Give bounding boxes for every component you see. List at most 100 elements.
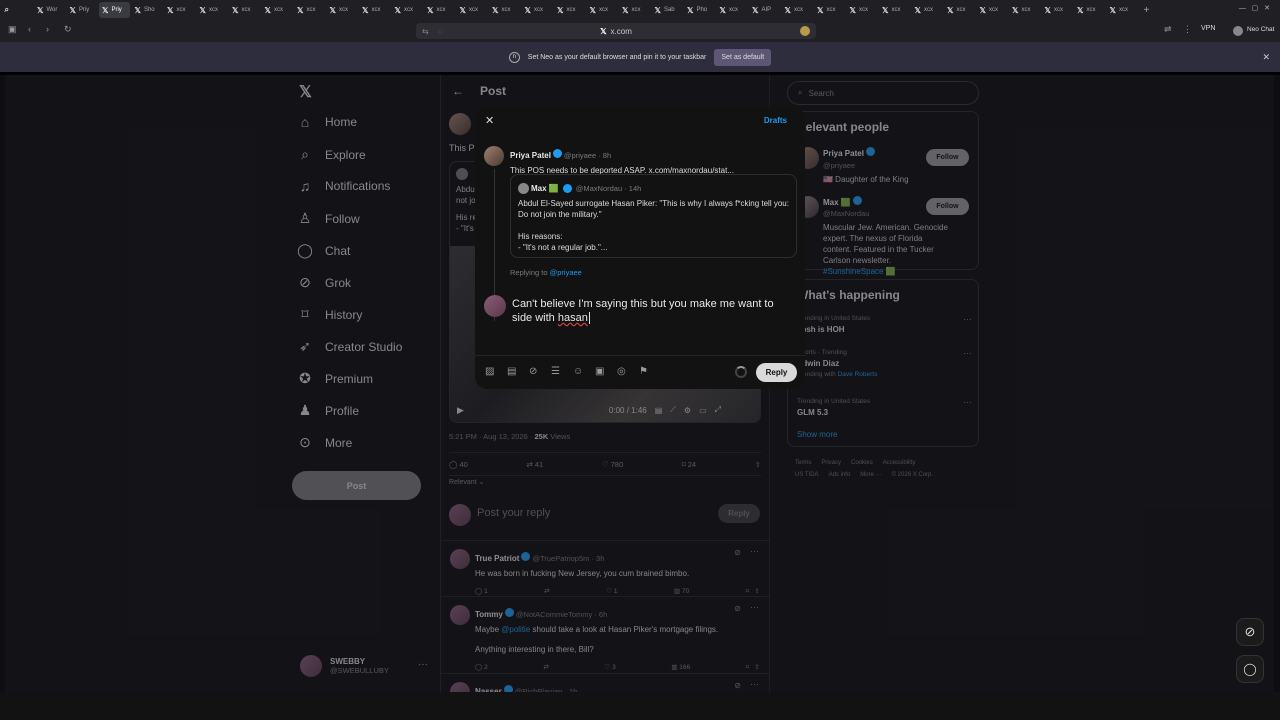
tab-label: xcx [1086,7,1096,13]
back-icon[interactable]: ‹ [28,24,31,34]
browser-tab[interactable]: 𝕏xcx [717,2,748,18]
flag-icon[interactable]: ⚑ [639,366,648,377]
drafts-button[interactable]: Drafts [764,116,787,125]
profile-avatar[interactable] [1233,26,1243,36]
x-favicon-icon: 𝕏 [719,5,726,15]
extension-icon[interactable] [800,26,810,36]
browser-tab[interactable]: 𝕏xcx [1009,2,1040,18]
browser-tab[interactable]: 𝕏 Priy [99,2,130,18]
browser-tab[interactable]: 𝕏xcx [164,2,195,18]
location-icon[interactable]: ◎ [617,366,626,377]
x-favicon-icon: 𝕏 [622,5,629,15]
x-favicon-icon: 𝕏 [947,5,954,15]
browser-tab[interactable]: 𝕏xcx [1042,2,1073,18]
vpn-button[interactable]: VPN [1201,25,1215,32]
site-settings-icon[interactable]: ⇆ [422,27,429,36]
quoted-text: - "It's not a regular job."... [518,243,608,252]
tab-label: xcx [631,7,641,13]
replying-to-handle[interactable]: @priyaee [550,268,582,277]
browser-tab[interactable]: 𝕏 Pho [684,2,715,18]
x-favicon-icon: 𝕏 [687,5,694,15]
poll-icon[interactable]: ☰ [551,366,560,377]
browser-tab[interactable]: 𝕏xcx [1074,2,1105,18]
browser-tab[interactable]: 𝕏xcx [359,2,390,18]
browser-tab[interactable]: ⌕ [2,2,33,18]
browser-tab[interactable]: 𝕏xcx [879,2,910,18]
gif-icon[interactable]: ▤ [507,366,516,377]
reply-textarea[interactable]: Can't believe I'm saying this but you ma… [512,297,792,325]
menu-dots-icon[interactable]: ⋮ [1183,24,1192,35]
window-controls[interactable]: — ▢ ✕ [1239,4,1270,12]
shield-icon[interactable]: ◌ [438,27,443,36]
browser-tab[interactable]: 𝕏xcx [1107,2,1138,18]
browser-tab[interactable]: 𝕏xcx [197,2,228,18]
extensions-icon[interactable]: ⇌ [1164,24,1172,35]
browser-tab[interactable]: 𝕏xcx [229,2,260,18]
quoted-author-name: Max 🟩 [531,184,559,193]
reload-icon[interactable]: ↻ [64,24,72,35]
quoted-text: Abdul El-Sayed surrogate Hasan Piker: "T… [518,199,789,219]
x-favicon-icon: 𝕏 [102,5,109,15]
misspelled-word: hasan [557,312,588,324]
browser-tab[interactable]: 𝕏 Sab [652,2,683,18]
browser-tab[interactable]: 𝕏xcx [847,2,878,18]
browser-tab[interactable]: 𝕏xcx [392,2,423,18]
emoji-icon[interactable]: ☺ [573,366,583,377]
verified-icon [562,184,572,193]
tab-label: xcx [533,7,543,13]
tab-label: xcx [403,7,413,13]
close-icon[interactable]: ✕ [1262,52,1270,63]
tab-label: xcx [988,7,998,13]
browser-tab[interactable]: 𝕏xcx [619,2,650,18]
sidebar-toggle-icon[interactable]: ▣ [8,24,17,35]
x-favicon-icon: 𝕏 [882,5,889,15]
browser-tab[interactable]: 𝕏xcx [457,2,488,18]
tab-label: xcx [598,7,608,13]
browser-tab[interactable]: 𝕏 Wor [34,2,65,18]
grok-icon[interactable]: ⊘ [529,366,537,377]
browser-tab[interactable]: 𝕏 Priy [67,2,98,18]
close-icon[interactable]: ✕ [485,114,494,127]
browser-tab[interactable]: 𝕏xcx [327,2,358,18]
image-icon[interactable]: ▨ [485,366,494,377]
set-default-button[interactable]: Set as default [714,48,772,66]
x-favicon-icon: 𝕏 [1044,5,1051,15]
browser-tab[interactable]: 𝕏xcx [977,2,1008,18]
browser-tab[interactable]: 𝕏xcx [262,2,293,18]
browser-tab[interactable]: 𝕏xcx [912,2,943,18]
browser-tab[interactable]: 𝕏xcx [814,2,845,18]
chat-float-button[interactable]: ◯ [1236,655,1264,683]
browser-tab[interactable]: 𝕏xcx [489,2,520,18]
verified-icon [552,149,562,159]
forward-icon[interactable]: › [46,24,49,34]
browser-tab[interactable]: 𝕏 Sho [132,2,163,18]
tab-label: Sho [143,7,155,13]
browser-tab[interactable]: 𝕏xcx [554,2,585,18]
x-favicon-icon: 𝕏 [199,5,206,15]
taskbar [0,692,1280,720]
x-favicon-icon: 𝕏 [459,5,466,15]
new-tab-icon[interactable]: + [1144,5,1150,16]
chat-icon: ◯ [1243,662,1257,676]
reply-submit-button[interactable]: Reply [756,363,797,382]
browser-tab[interactable]: 𝕏xcx [294,2,325,18]
browser-tab[interactable]: 𝕏xcx [522,2,553,18]
browser-tab[interactable]: 𝕏xcx [424,2,455,18]
tab-label: xcx [826,7,836,13]
tab-label: xcx [273,7,283,13]
profile-label[interactable]: Neo Chat [1247,26,1274,33]
x-favicon-icon: 𝕏 [1077,5,1084,15]
browser-tab[interactable]: 𝕏xcx [587,2,618,18]
browser-tab[interactable]: 𝕏xcx [782,2,813,18]
tab-label: Wor [46,7,58,13]
reply-modal: ✕ Drafts Priya Patel @priyaee · 8h This P… [475,107,805,389]
x-favicon-icon: 𝕏 [167,5,174,15]
x-favicon-icon: 𝕏 [329,5,336,15]
tab-label: Priy [111,7,122,13]
address-bar[interactable]: ⇆ ◌ 𝕏 x.com [416,23,816,39]
browser-tab[interactable]: 𝕏xcx [944,2,975,18]
grok-float-button[interactable]: ⊘ [1236,618,1264,646]
x-logo-icon: 𝕏 [600,26,607,36]
browser-tab[interactable]: 𝕏 AIP [749,2,780,18]
schedule-icon[interactable]: ▣ [595,366,604,377]
